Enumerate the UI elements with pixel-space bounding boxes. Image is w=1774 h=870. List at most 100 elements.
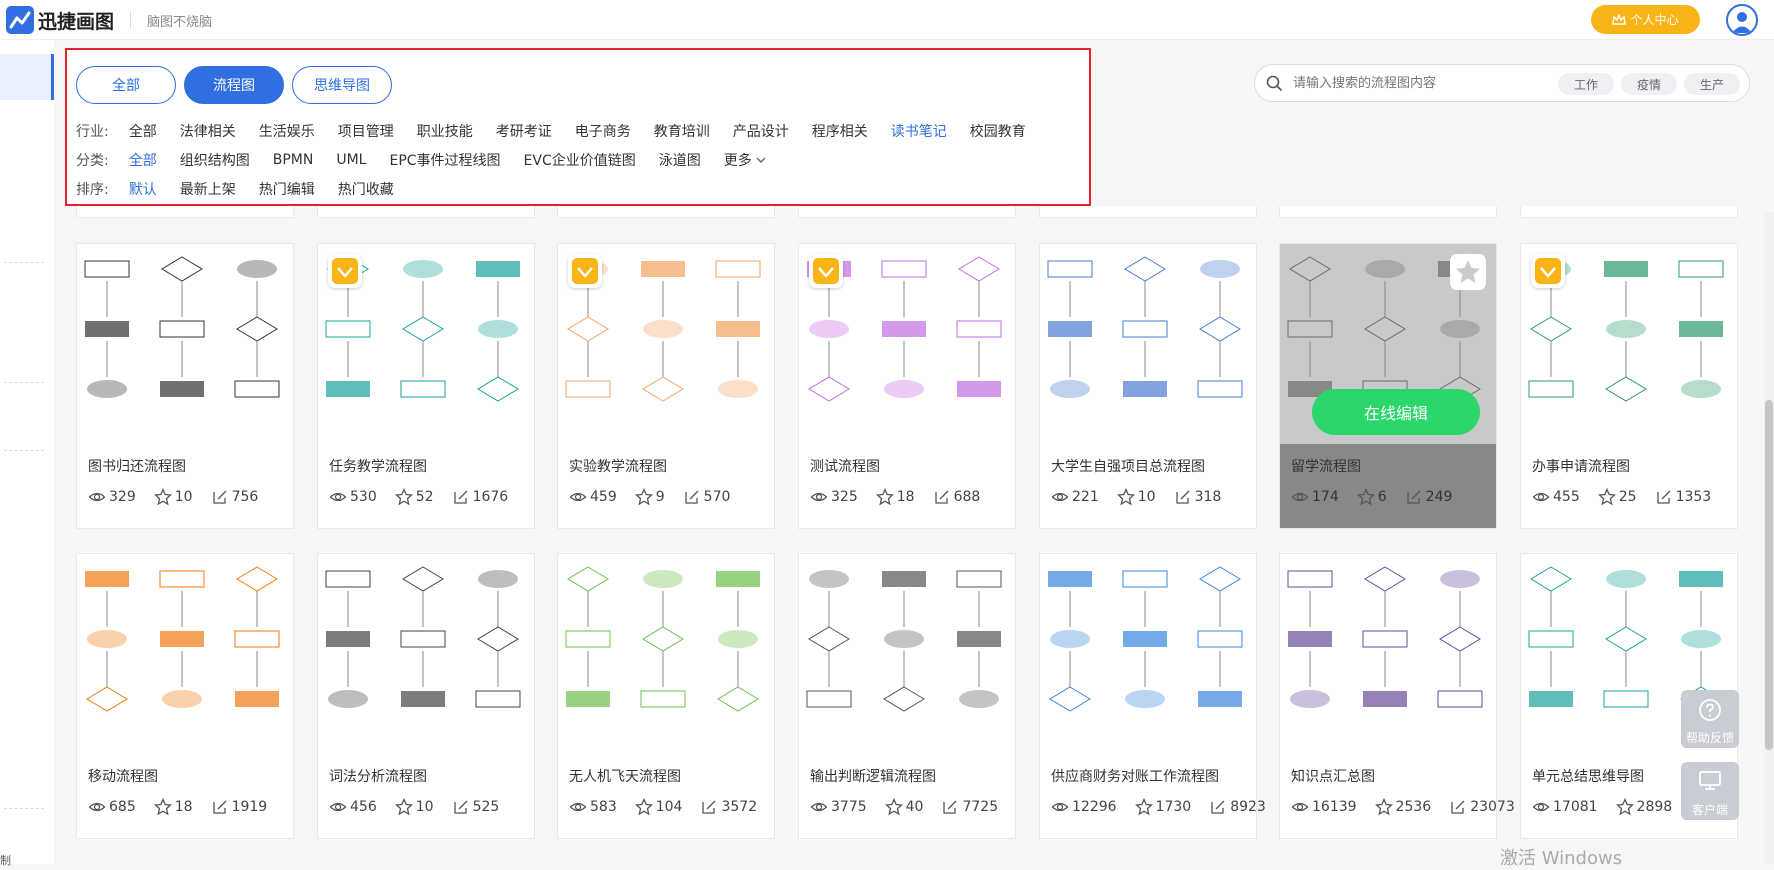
card-title[interactable]: 无人机飞天流程图 [569,766,681,786]
industry-option[interactable]: 职业技能 [417,121,473,141]
favorite-button[interactable] [1450,254,1486,290]
tab-all[interactable]: 全部 [76,66,176,104]
search-chip[interactable]: 疫情 [1621,73,1677,95]
template-thumbnail[interactable] [558,554,774,754]
template-card[interactable]: 移动流程图 685 18 1919 [76,553,294,839]
stars-stat[interactable]: 1730 [1134,798,1191,816]
client-download-button[interactable]: 客户端 [1681,762,1739,820]
views-count: 685 [109,799,136,815]
template-card[interactable]: 输出判断逻辑流程图 3775 40 7725 [798,553,1016,839]
industry-option-selected[interactable]: 读书笔记 [891,121,947,141]
template-thumbnail[interactable] [77,244,293,444]
search-icon[interactable] [1266,75,1283,92]
stars-stat[interactable]: 9 [634,488,665,506]
eye-icon [810,492,828,502]
industry-option[interactable]: 生活娱乐 [259,121,315,141]
stars-stat[interactable]: 10 [153,488,193,506]
industry-option[interactable]: 校园教育 [970,121,1026,141]
card-title[interactable]: 任务教学流程图 [329,456,427,476]
template-card[interactable]: 任务教学流程图 530 52 1676 [317,243,535,529]
tab-flowchart[interactable]: 流程图 [184,66,284,104]
card-title[interactable]: 移动流程图 [88,766,158,786]
scrollbar-thumb[interactable] [1765,400,1773,750]
help-feedback-button[interactable]: 帮助反馈 [1681,690,1739,748]
card-title[interactable]: 办事申请流程图 [1532,456,1630,476]
industry-option[interactable]: 教育培训 [654,121,710,141]
card-title[interactable]: 供应商财务对账工作流程图 [1051,766,1219,786]
category-option[interactable]: BPMN [273,152,314,168]
chevron-down-icon[interactable] [756,156,766,164]
template-thumbnail[interactable] [1040,554,1256,754]
template-thumbnail[interactable] [77,554,293,754]
stars-stat[interactable]: 104 [634,798,682,816]
card-stats: 325 18 688 [810,488,980,506]
search-chip[interactable]: 工作 [1558,73,1614,95]
edit-icon [1407,490,1421,504]
tab-mindmap[interactable]: 思维导图 [292,66,392,104]
template-thumbnail[interactable] [1040,244,1256,444]
sort-option[interactable]: 热门编辑 [259,179,315,199]
search-input[interactable] [1293,73,1543,93]
stars-stat[interactable]: 2898 [1615,798,1672,816]
industry-option[interactable]: 产品设计 [733,121,789,141]
category-option[interactable]: 泳道图 [659,150,701,170]
industry-option[interactable]: 考研考证 [496,121,552,141]
category-option[interactable]: EPC事件过程线图 [389,150,500,170]
sort-option[interactable]: 热门收藏 [338,179,394,199]
card-title[interactable]: 知识点汇总图 [1291,766,1375,786]
views-count: 16139 [1312,799,1357,815]
industry-option[interactable]: 电子商务 [575,121,631,141]
template-card[interactable]: 供应商财务对账工作流程图 12296 1730 8923 [1039,553,1266,839]
card-title[interactable]: 单元总结思维导图 [1532,766,1644,786]
industry-option[interactable]: 全部 [129,121,157,141]
stars-stat[interactable]: 40 [884,798,923,816]
card-title[interactable]: 输出判断逻辑流程图 [810,766,936,786]
template-card[interactable]: 知识点汇总图 16139 2536 23073 [1279,553,1515,839]
sort-option[interactable]: 最新上架 [180,179,236,199]
industry-option[interactable]: 程序相关 [812,121,868,141]
category-option[interactable]: EVC企业价值链图 [524,150,636,170]
stars-stat[interactable]: 52 [394,488,434,506]
template-card[interactable]: 测试流程图 325 18 688 [798,243,1016,529]
vip-diamond-icon [332,258,358,284]
card-title[interactable]: 测试流程图 [810,456,880,476]
category-option[interactable]: 组织结构图 [180,150,250,170]
edit-icon [934,490,949,504]
card-title[interactable]: 词法分析流程图 [329,766,427,786]
template-thumbnail[interactable] [799,554,1015,754]
sort-option-selected[interactable]: 默认 [129,179,157,199]
stars-stat[interactable]: 18 [875,488,915,506]
template-card[interactable]: 在线编辑 留学流程图 174 6 249 [1279,243,1497,529]
card-title[interactable]: 留学流程图 [1291,456,1361,476]
card-title[interactable]: 图书归还流程图 [88,456,186,476]
industry-option[interactable]: 项目管理 [338,121,394,141]
avatar[interactable] [1726,4,1758,36]
sidebar-item-active[interactable] [0,54,54,100]
stars-stat[interactable]: 10 [394,798,434,816]
stars-stat[interactable]: 18 [153,798,193,816]
template-card[interactable]: 办事申请流程图 455 25 1353 [1520,243,1738,529]
template-card[interactable]: 大学生自强项目总流程图 221 10 318 [1039,243,1257,529]
card-title[interactable]: 大学生自强项目总流程图 [1051,456,1205,476]
stars-stat[interactable]: 25 [1597,488,1637,506]
stars-stat[interactable]: 10 [1116,488,1156,506]
stars-stat[interactable]: 6 [1356,488,1387,506]
template-card[interactable]: 实验教学流程图 459 9 570 [557,243,775,529]
template-thumbnail[interactable] [1280,554,1496,754]
template-thumbnail[interactable] [318,554,534,754]
industry-option[interactable]: 法律相关 [180,121,236,141]
stars-count: 6 [1377,489,1387,505]
card-title[interactable]: 实验教学流程图 [569,456,667,476]
stars-stat[interactable]: 2536 [1374,798,1431,816]
logo[interactable]: 迅捷画图 脑图不烧脑 [6,5,212,35]
edit-icon [212,490,227,504]
template-card[interactable]: 图书归还流程图 329 10 756 [76,243,294,529]
personal-center-button[interactable]: 个人中心 [1591,5,1700,34]
category-option[interactable]: UML [336,152,366,168]
category-option-selected[interactable]: 全部 [129,150,157,170]
template-card[interactable]: 词法分析流程图 456 10 525 [317,553,535,839]
more-dropdown[interactable]: 更多 [724,150,752,170]
online-edit-button[interactable]: 在线编辑 [1312,389,1480,435]
template-card[interactable]: 无人机飞天流程图 583 104 3572 [557,553,775,839]
search-chip[interactable]: 生产 [1684,73,1740,95]
